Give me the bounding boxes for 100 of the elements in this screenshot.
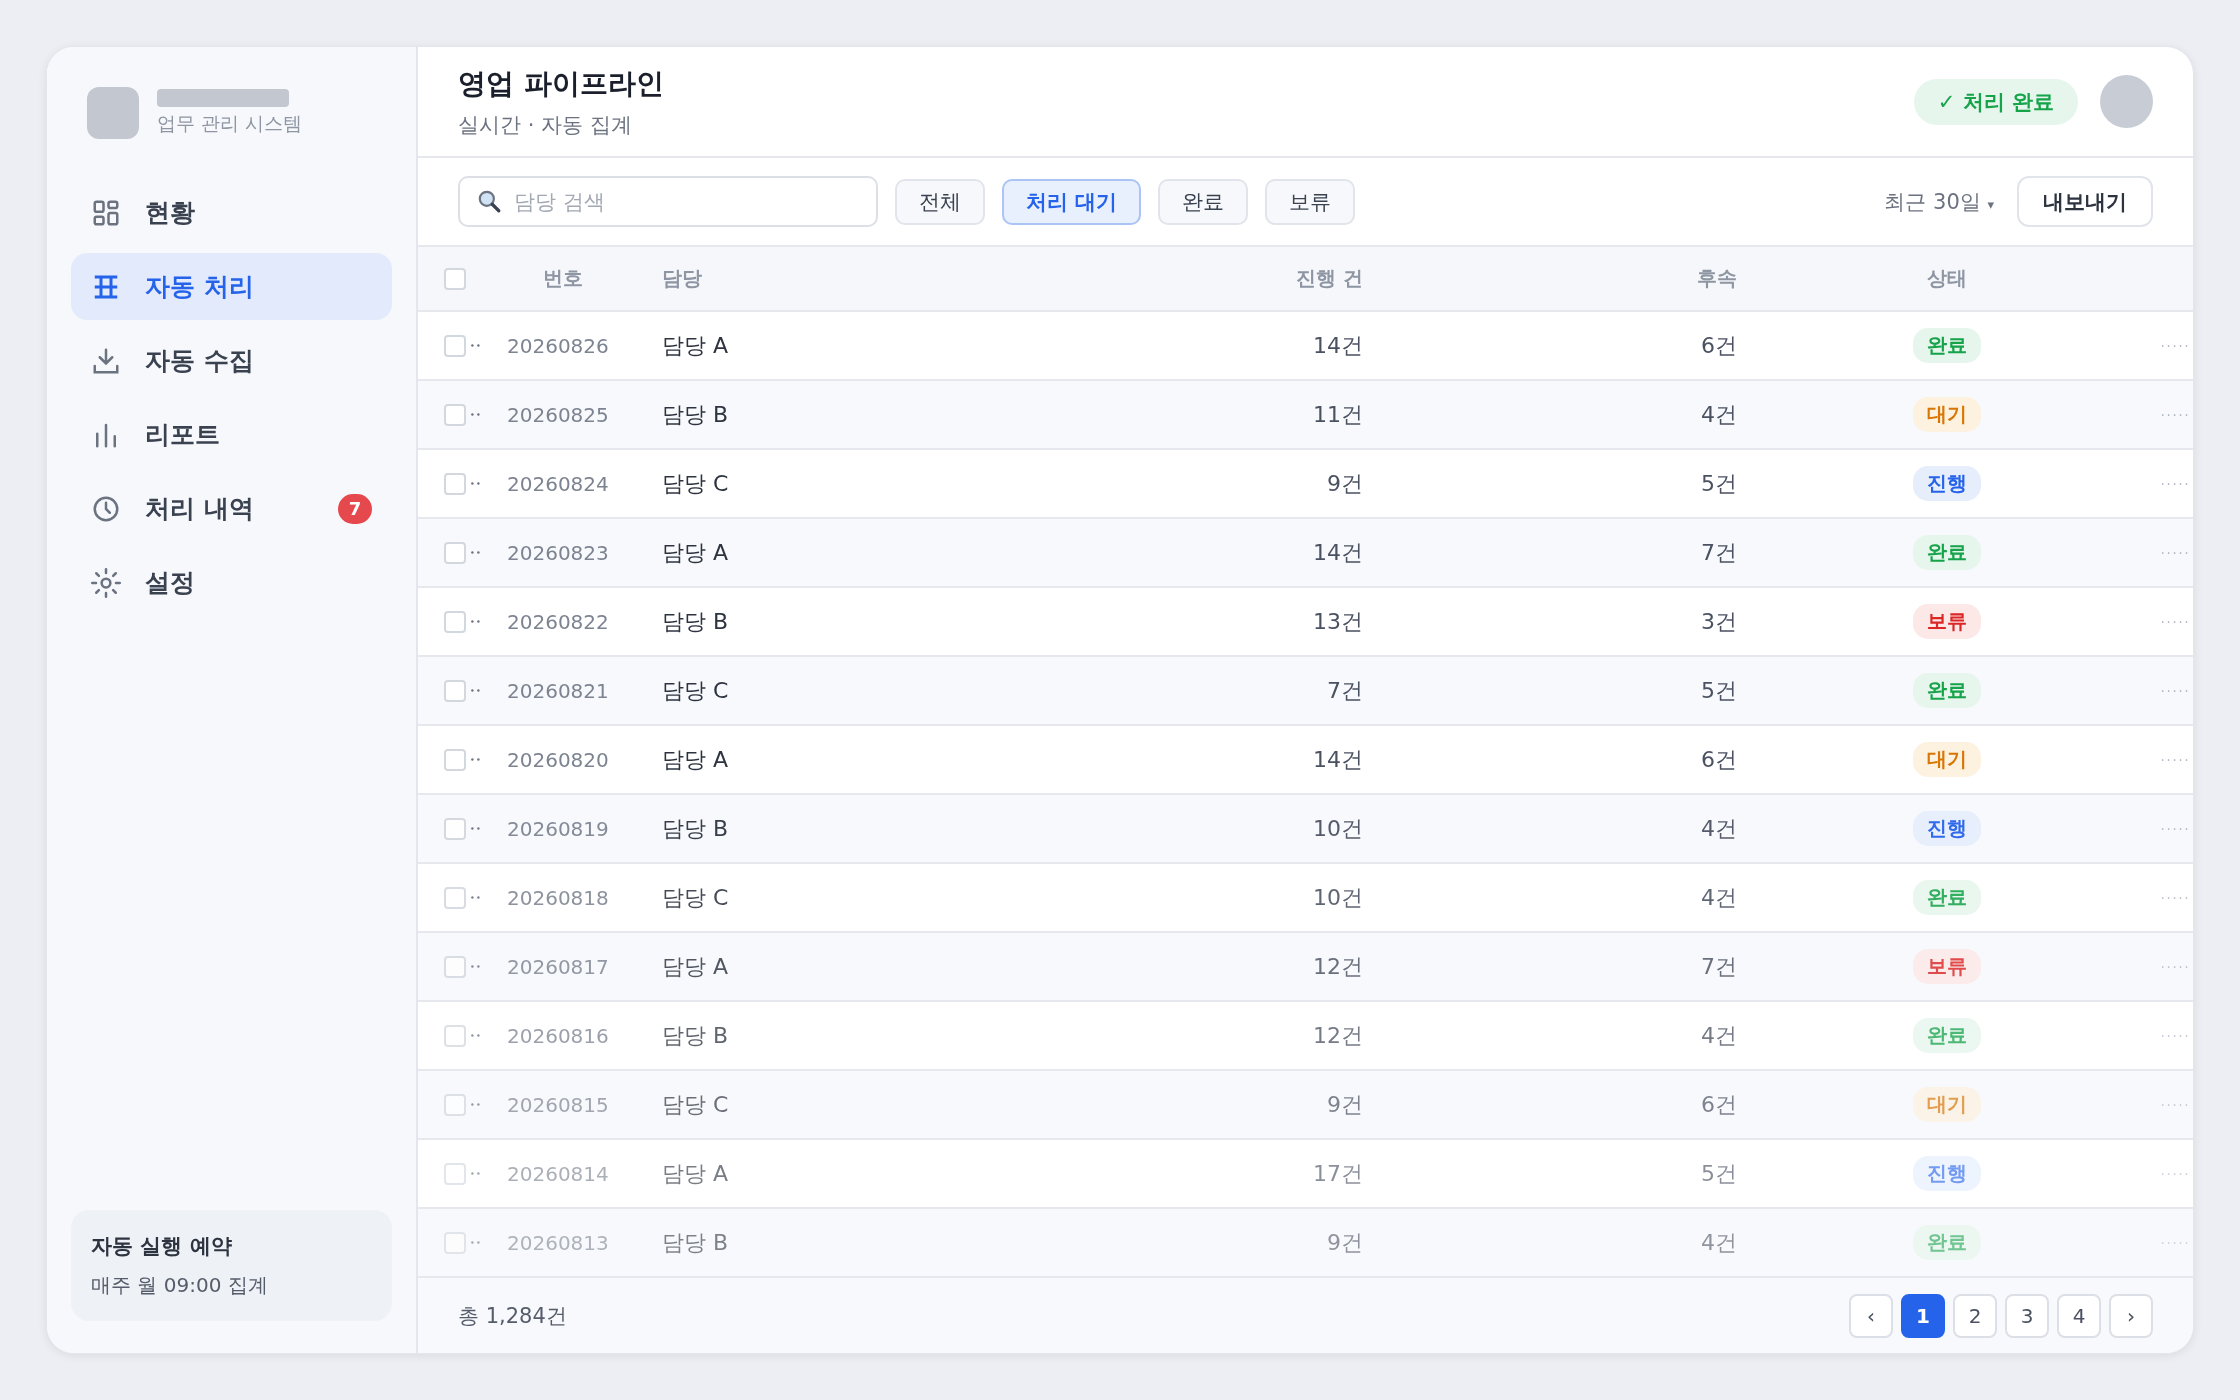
table-cell-text: 20260819 (507, 816, 610, 841)
table-cell-text: 4건 (1700, 1228, 1737, 1257)
search-field[interactable]: 담당 검색 (458, 176, 878, 227)
column-header: 후속 (1696, 265, 1737, 292)
column-header: 번호 (542, 265, 584, 292)
drag-handle-icon[interactable] (470, 619, 482, 624)
nav-item[interactable]: 처리 내역 7 (71, 475, 392, 542)
table-cell-text: 담당 A (662, 538, 730, 567)
table-cell-text: 7건 (1326, 676, 1363, 705)
row-checkbox[interactable] (444, 817, 466, 840)
table-cell-text: 10건 (1312, 883, 1363, 912)
table-cell-text: 6건 (1700, 1090, 1737, 1119)
drag-handle-icon[interactable] (470, 550, 482, 555)
nav-item[interactable]: 자동 처리 (71, 253, 392, 320)
row-checkbox[interactable] (444, 748, 466, 771)
row-checkbox[interactable] (444, 1024, 466, 1047)
table-cell-text: 4건 (1700, 400, 1737, 429)
drag-handle-icon[interactable] (470, 757, 482, 762)
drag-handle-icon[interactable] (470, 895, 482, 900)
row-checkbox[interactable] (444, 886, 466, 909)
table-cell-text: 담당 A (662, 331, 730, 360)
next-page-button[interactable]: › (2109, 1294, 2153, 1338)
table-cell-text: 11건 (1312, 400, 1363, 429)
nav-item[interactable]: 리포트 (71, 401, 392, 468)
table-cell-text: 담당 C (662, 469, 730, 498)
page-button[interactable]: 3 (2005, 1294, 2049, 1338)
drag-handle-icon[interactable] (470, 826, 482, 831)
table-cell-text: 20260816 (507, 1023, 610, 1048)
drag-handle-icon[interactable] (470, 688, 482, 693)
table-cell-text: 20260825 (507, 402, 610, 427)
table-cell-text: 4건 (1700, 814, 1737, 843)
table-cell-text: 7건 (1700, 952, 1737, 981)
table-cell-text: 20260820 (507, 747, 610, 772)
nav-item[interactable]: 설정 (71, 549, 392, 616)
table-cell-text: 담당 B (662, 607, 730, 636)
search-icon (476, 188, 502, 214)
table-cell-text: 9건 (1326, 1090, 1363, 1119)
row-checkbox[interactable] (444, 610, 466, 633)
table-cell-text: 담당 C (662, 1090, 730, 1119)
table-cell-text: 12건 (1312, 952, 1363, 981)
row-checkbox[interactable] (444, 403, 466, 426)
period-dropdown[interactable]: 최근 30일 ▾ (1878, 186, 2000, 217)
column-header: 상태 (1927, 265, 1967, 292)
table-cell-text: 4건 (1700, 1021, 1737, 1050)
table-cell-text: 20260814 (507, 1161, 610, 1186)
export-button[interactable]: 내보내기 (2017, 176, 2153, 227)
drag-handle-icon[interactable] (470, 964, 482, 969)
row-checkbox[interactable] (444, 541, 466, 564)
row-checkbox[interactable] (444, 1093, 466, 1116)
filter-chip[interactable]: 보류 (1265, 178, 1356, 225)
table-cell-text: 14건 (1312, 331, 1363, 360)
drag-handle-icon[interactable] (470, 1033, 482, 1038)
page-subtitle: 실시간 · 자동 집계 (458, 111, 633, 139)
page-button[interactable]: 4 (2057, 1294, 2101, 1338)
drag-handle-icon[interactable] (470, 412, 482, 417)
nav-item[interactable]: 자동 수집 (71, 327, 392, 394)
table-cell-text: 3건 (1700, 607, 1737, 636)
table-cell-text: 담당 B (662, 400, 730, 429)
table-cell-text: 담당 A (662, 1159, 730, 1188)
table-cell-text: 4건 (1700, 883, 1737, 912)
row-checkbox[interactable] (444, 1162, 466, 1185)
filter-chip[interactable]: 처리 대기 (1002, 178, 1142, 225)
schedule-detail: 매주 월 09:00 집계 (91, 1272, 269, 1299)
table-cell-text: 9건 (1326, 1228, 1363, 1257)
row-checkbox[interactable] (444, 679, 466, 702)
status-badge: 대기 (1913, 742, 1981, 777)
status-badge: 완료 (1913, 535, 1981, 570)
table-cell-text: 담당 B (662, 1228, 730, 1257)
status-badge: 완료 (1913, 673, 1981, 708)
avatar[interactable] (2100, 75, 2153, 128)
table-cell-text: 20260817 (507, 954, 610, 979)
drag-handle-icon[interactable] (470, 343, 482, 348)
status-badge: 완료 (1913, 1225, 1981, 1260)
table-cell-text: 20260821 (507, 678, 610, 703)
select-all-checkbox[interactable] (444, 267, 466, 290)
status-badge: 완료 (1913, 1018, 1981, 1053)
nav-item[interactable]: 현황 (71, 179, 392, 246)
table-cell-text: 17건 (1312, 1159, 1363, 1188)
drag-handle-icon[interactable] (470, 481, 482, 486)
filter-chip[interactable]: 완료 (1158, 178, 1249, 225)
status-badge: 보류 (1913, 949, 1981, 984)
drag-handle-icon[interactable] (470, 1102, 482, 1107)
page-button[interactable]: 2 (1953, 1294, 1997, 1338)
table-cell-text: 담당 A (662, 745, 730, 774)
row-checkbox[interactable] (444, 334, 466, 357)
table-cell-text: 14건 (1312, 745, 1363, 774)
row-checkbox[interactable] (444, 1231, 466, 1254)
status-badge: 대기 (1913, 1087, 1981, 1122)
table-cell-text: 5건 (1700, 1159, 1737, 1188)
table-cell-text: 6건 (1700, 745, 1737, 774)
table-cell-text: 10건 (1312, 814, 1363, 843)
drag-handle-icon[interactable] (470, 1240, 482, 1245)
page-button[interactable]: 1 (1901, 1294, 1945, 1338)
row-checkbox[interactable] (444, 955, 466, 978)
previous-page-button[interactable]: ‹ (1849, 1294, 1893, 1338)
row-checkbox[interactable] (444, 472, 466, 495)
table-cell-text: 5건 (1700, 469, 1737, 498)
table-cell-text: 13건 (1312, 607, 1363, 636)
drag-handle-icon[interactable] (470, 1171, 482, 1176)
filter-chip[interactable]: 전체 (895, 178, 985, 225)
